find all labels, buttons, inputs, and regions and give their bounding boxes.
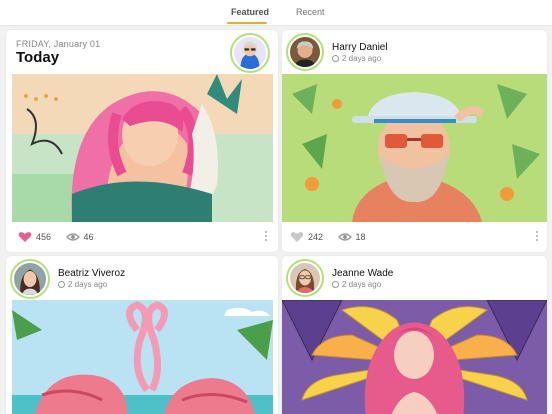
artwork-card[interactable]: Beatriz Viveroz 2 days ago [6,256,278,414]
like-count: 242 [308,232,324,242]
post-time: 2 days ago [58,280,107,289]
artwork-image[interactable] [12,300,273,414]
artwork-image[interactable] [12,74,273,222]
card-stats: 456 46 [18,231,106,245]
view-count: 18 [355,232,366,242]
more-options-icon[interactable] [264,231,268,245]
card-stats: 242 18 [290,231,378,245]
date-label: FRIDAY, January 01 [16,39,101,49]
bearded-man-with-hat-icon [282,74,547,222]
avatar-man-beard-icon [290,37,320,67]
active-tab-indicator [227,22,267,24]
top-tab-bar: Featured Recent [0,0,552,26]
eye-icon [337,233,352,241]
artwork-card[interactable]: Harry Daniel 2 days ago 242 18 [282,30,547,252]
user-name[interactable]: Harry Daniel [332,42,388,53]
woman-with-mask-icon [12,74,273,222]
heart-icon[interactable] [290,231,304,243]
eye-icon [65,233,80,241]
avatar[interactable] [230,33,270,73]
page-title: Today [16,49,60,66]
avatar[interactable] [286,259,324,297]
post-time-text: 2 days ago [68,280,108,289]
artwork-card[interactable]: FRIDAY, January 01 Today 456 46 [6,30,278,252]
clock-icon [332,55,339,62]
like-count: 456 [36,232,52,242]
flamingos-icon [12,300,273,414]
post-time-text: 2 days ago [342,54,382,63]
post-time: 2 days ago [332,54,381,63]
post-time-text: 2 days ago [342,280,382,289]
avatar[interactable] [286,33,324,71]
tab-recent[interactable]: Recent [296,7,325,17]
clock-icon [58,281,65,288]
avatar-woman-sunglasses-icon [234,37,266,69]
user-name[interactable]: Beatriz Viveroz [58,268,125,279]
view-count: 46 [83,232,94,242]
avatar[interactable] [10,259,50,299]
artwork-card[interactable]: Jeanne Wade 2 days ago [282,256,547,414]
more-options-icon[interactable] [535,231,539,245]
clock-icon [332,281,339,288]
post-time: 2 days ago [332,280,381,289]
tab-featured[interactable]: Featured [231,7,269,17]
artwork-image[interactable] [282,300,547,414]
avatar-woman-icon [14,263,46,295]
heart-icon[interactable] [18,231,32,243]
artwork-image[interactable] [282,74,547,222]
stained-glass-woman-icon [282,300,547,414]
avatar-woman-glasses-icon [290,263,320,293]
user-name[interactable]: Jeanne Wade [332,268,393,279]
